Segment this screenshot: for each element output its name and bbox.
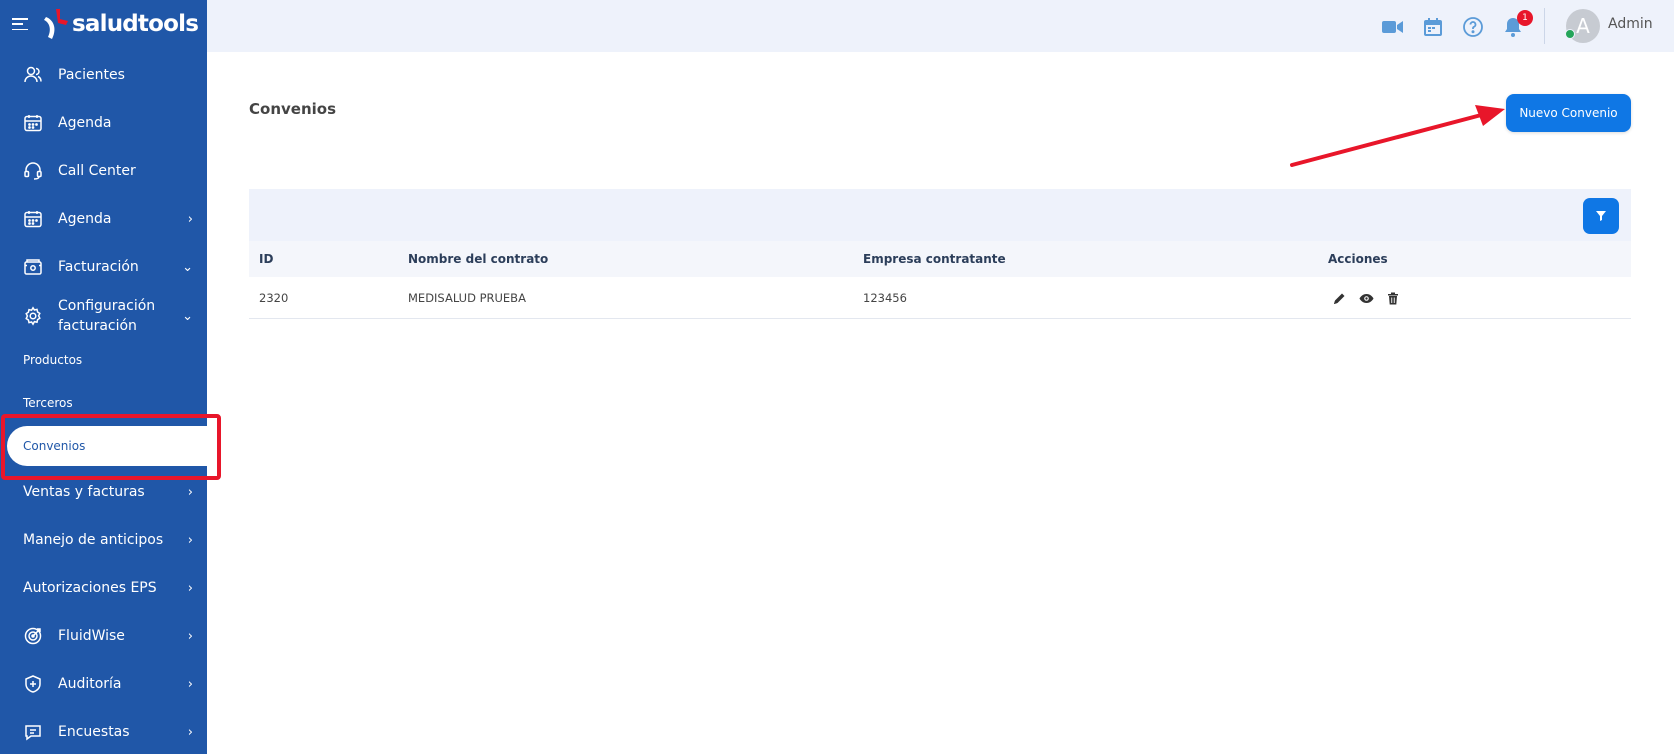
table-row: 2320 MEDISALUD PRUEBA 123456 [249,277,1631,319]
bell-icon[interactable]: 1 [1501,10,1533,39]
cell-nombre: MEDISALUD PRUEBA [408,291,526,305]
gear-icon [22,305,44,327]
sidebar-item-label: Agenda [58,211,112,227]
menu-icon[interactable] [12,18,28,30]
sidebar-item-label: Ventas y facturas [23,484,145,500]
sidebar-item-manejo-anticipos[interactable]: Manejo de anticipos › [0,520,207,560]
cell-id: 2320 [259,291,289,305]
video-icon[interactable] [1381,15,1405,39]
filter-button[interactable] [1583,198,1619,234]
topbar [207,0,1674,52]
column-header-acciones: Acciones [1328,252,1388,266]
sidebar-item-call-center[interactable]: Call Center [0,151,207,191]
sidebar-item-fluidwise[interactable]: FluidWise › [0,616,207,656]
sidebar-item-facturacion[interactable]: Facturación ⌄ [0,247,207,287]
chevron-right-icon: › [187,532,193,548]
sidebar-subitem-label: Convenios [23,439,86,453]
brand-header: saludtools [0,0,207,48]
delete-icon[interactable] [1384,289,1402,307]
notification-badge: 1 [1517,10,1533,26]
convenios-table: ID Nombre del contrato Empresa contratan… [249,189,1631,319]
table-toolbar [249,189,1631,241]
users-icon [22,64,44,86]
sidebar-item-label: Call Center [58,163,136,179]
chevron-down-icon: ⌄ [182,308,193,324]
sidebar-item-configuracion-facturacion[interactable]: Configuración facturación ⌄ [0,292,207,340]
sidebar-item-label: Pacientes [58,67,125,83]
sidebar-item-agenda[interactable]: Agenda [0,103,207,143]
new-convenio-button[interactable]: Nuevo Convenio [1506,94,1631,132]
sidebar-item-label: FluidWise [58,628,125,644]
column-header-empresa[interactable]: Empresa contratante [863,252,1006,266]
annotation-arrow [1290,105,1505,167]
sidebar-subitem-terceros[interactable]: Terceros [0,388,207,418]
brand-name: saludtools [72,11,199,37]
online-status-dot [1565,29,1575,39]
page-title: Convenios [249,100,336,118]
sidebar-item-encuestas[interactable]: Encuestas › [0,712,207,752]
table-header: ID Nombre del contrato Empresa contratan… [249,241,1631,277]
sidebar-item-autorizaciones-eps[interactable]: Autorizaciones EPS › [0,568,207,608]
logo[interactable]: saludtools [42,7,199,41]
column-header-nombre[interactable]: Nombre del contrato [408,252,548,266]
chevron-down-icon: ⌄ [182,259,193,275]
sidebar-item-ventas-facturas[interactable]: Ventas y facturas › [0,472,207,512]
column-header-id[interactable]: ID [259,252,273,266]
sidebar-item-label: Configuración facturación [58,296,155,336]
calendar-icon [22,112,44,134]
sidebar-subitem-productos[interactable]: Productos [0,345,207,375]
help-icon[interactable] [1461,15,1485,39]
cell-empresa: 123456 [863,291,907,305]
sidebar-item-label-line2: facturación [58,318,137,334]
shield-icon [22,673,44,695]
logo-icon [44,9,68,39]
chevron-right-icon: › [187,484,193,500]
sidebar-subitem-label: Productos [23,353,83,367]
chevron-right-icon: › [187,724,193,740]
billing-icon [22,256,44,278]
target-icon [22,625,44,647]
sidebar-subitem-label: Terceros [23,396,73,410]
chat-icon [22,721,44,743]
sidebar-item-label: Auditoría [58,676,122,692]
edit-icon[interactable] [1330,289,1348,307]
calendar-icon [22,208,44,230]
view-icon[interactable] [1357,289,1375,307]
filter-icon [1596,211,1606,221]
sidebar: saludtools Pacientes Agenda Call Center … [0,0,207,754]
sidebar-item-label: Autorizaciones EPS [23,580,157,596]
calendar-icon[interactable] [1421,15,1445,39]
sidebar-item-agenda-expand[interactable]: Agenda › [0,199,207,239]
chevron-right-icon: › [187,628,193,644]
sidebar-item-pacientes[interactable]: Pacientes [0,55,207,95]
chevron-right-icon: › [187,676,193,692]
topbar-divider [1544,8,1545,44]
sidebar-item-label: Manejo de anticipos [23,532,164,548]
chevron-right-icon: › [187,580,193,596]
sidebar-item-label-line1: Configuración [58,298,156,314]
user-name[interactable]: Admin [1608,16,1653,32]
chevron-right-icon: › [187,211,193,227]
sidebar-item-auditoria[interactable]: Auditoría › [0,664,207,704]
headset-icon [22,160,44,182]
sidebar-item-label: Agenda [58,115,112,131]
sidebar-item-label: Encuestas [58,724,130,740]
sidebar-subitem-convenios[interactable]: Convenios [7,426,207,466]
sidebar-item-label: Facturación [58,259,139,275]
